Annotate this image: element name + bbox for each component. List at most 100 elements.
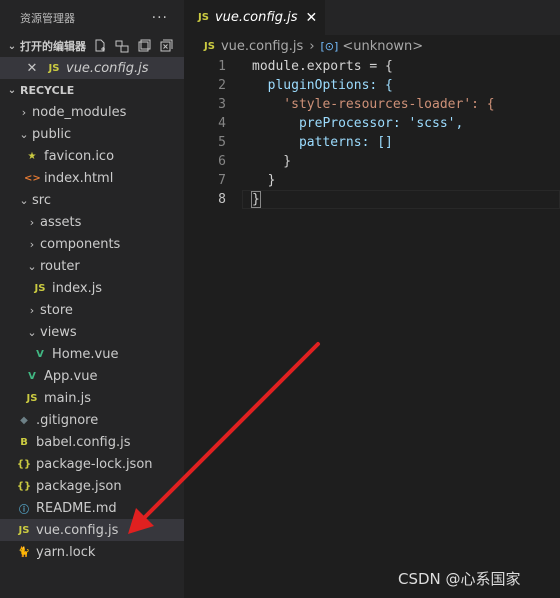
code-line: 1 module.exports = { [184, 57, 560, 76]
folder-item[interactable]: ⌄ public [0, 123, 184, 145]
line-number: 4 [218, 116, 226, 131]
tab-label: vue.config.js [214, 10, 298, 25]
folder-item[interactable]: › node_modules [0, 101, 184, 123]
json-file-icon: {} [16, 458, 32, 470]
folder-item[interactable]: › assets [0, 211, 184, 233]
folder-item[interactable]: › store [0, 299, 184, 321]
code-text: 'style-resources-loader': { [252, 97, 495, 112]
tree-item-label: favicon.ico [44, 148, 115, 164]
explorer-title: 资源管理器 [20, 11, 75, 25]
folder-item[interactable]: ⌄ src [0, 189, 184, 211]
code-line-current: 8 } [184, 190, 560, 209]
json-file-icon: {} [16, 480, 32, 492]
code-line: 5 patterns: [] [184, 133, 560, 152]
open-editors-actions [92, 38, 174, 54]
breadcrumb: JS vue.config.js › [⊙] <unknown> [184, 35, 560, 57]
code-line: 6 } [184, 152, 560, 171]
code-line: 2 pluginOptions: { [184, 76, 560, 95]
current-line-highlight [242, 190, 560, 209]
symbol-object-icon: [⊙] [320, 39, 339, 53]
code-text: module.exports = { [252, 59, 393, 74]
chevron-right-icon[interactable]: › [24, 238, 40, 251]
code-text: } [252, 154, 292, 169]
more-actions-icon[interactable]: ··· [152, 10, 168, 26]
tree-item-label: node_modules [32, 104, 127, 120]
tree-item-label: src [32, 192, 51, 208]
tree-item-label: main.js [44, 390, 91, 406]
vue-file-icon: V [28, 370, 36, 382]
tree-item-label: package-lock.json [36, 456, 153, 472]
js-file-icon: JS [26, 392, 38, 404]
code-line: 7 } [184, 171, 560, 190]
toggle-vertical-horizontal-icon[interactable] [114, 38, 130, 54]
babel-file-icon: B [20, 436, 28, 448]
chevron-down-icon[interactable]: ⌄ [24, 326, 40, 339]
tree-item-label: public [32, 126, 72, 142]
code-editor[interactable]: 1 module.exports = { 2 pluginOptions: { … [184, 57, 560, 209]
file-item[interactable]: ⓘ README.md [0, 497, 184, 519]
line-number: 2 [218, 78, 226, 93]
save-all-icon[interactable] [136, 38, 152, 54]
code-text: } [252, 173, 276, 188]
chevron-down-icon[interactable]: ⌄ [4, 85, 20, 96]
file-item[interactable]: JS main.js [0, 387, 184, 409]
folder-item[interactable]: › components [0, 233, 184, 255]
folder-item[interactable]: ⌄ views [0, 321, 184, 343]
file-item[interactable]: JS vue.config.js [0, 519, 184, 541]
explorer-header: 资源管理器 ··· [0, 0, 184, 35]
code-text: preProcessor: 'scss', [252, 116, 464, 131]
new-untitled-file-icon[interactable] [92, 38, 108, 54]
tree-item-label: index.html [44, 170, 114, 186]
project-section-header[interactable]: ⌄ RECYCLE [0, 79, 184, 101]
html-file-icon: <> [24, 172, 41, 184]
js-file-icon: JS [34, 282, 46, 294]
line-number: 5 [218, 135, 226, 150]
chevron-down-icon[interactable]: ⌄ [16, 128, 32, 141]
chevron-down-icon[interactable]: ⌄ [24, 260, 40, 273]
file-item[interactable]: {} package-lock.json [0, 453, 184, 475]
code-line: 4 preProcessor: 'scss', [184, 114, 560, 133]
open-editors-section-header[interactable]: ⌄ 打开的编辑器 [0, 35, 184, 57]
close-all-icon[interactable] [158, 38, 174, 54]
tree-item-label: yarn.lock [36, 544, 96, 560]
file-item[interactable]: Bbabel.config.js [0, 431, 184, 453]
yarn-file-icon: 🐈 [17, 546, 31, 558]
file-item[interactable]: V Home.vue [0, 343, 184, 365]
code-text: pluginOptions: { [252, 78, 393, 93]
file-item[interactable]: ◆ .gitignore [0, 409, 184, 431]
line-number: 7 [218, 173, 226, 188]
chevron-right-icon[interactable]: › [24, 216, 40, 229]
chevron-down-icon[interactable]: ⌄ [4, 41, 20, 52]
js-file-icon: JS [48, 62, 60, 74]
close-icon[interactable]: ✕ [306, 10, 318, 26]
folder-item[interactable]: ⌄ router [0, 255, 184, 277]
file-item[interactable]: ★ favicon.ico [0, 145, 184, 167]
file-tree: › node_modules ⌄ public ★ favicon.ico <> index.… [0, 101, 184, 563]
file-item[interactable]: JS index.js [0, 277, 184, 299]
js-file-icon: JS [204, 40, 215, 52]
chevron-right-icon[interactable]: › [24, 304, 40, 317]
breadcrumb-symbol[interactable]: <unknown> [342, 39, 423, 54]
js-file-icon: JS [18, 524, 30, 536]
explorer-sidebar: 资源管理器 ··· ⌄ 打开的编辑器 ✕ JS vue.config.js ⌄ … [0, 0, 184, 598]
breadcrumb-file[interactable]: vue.config.js [221, 39, 303, 54]
tree-item-label: .gitignore [36, 412, 99, 428]
open-editor-filename: vue.config.js [66, 60, 149, 76]
file-item[interactable]: V App.vue [0, 365, 184, 387]
tree-item-label: components [40, 236, 121, 252]
file-item[interactable]: <> index.html [0, 167, 184, 189]
info-file-icon: ⓘ [19, 504, 29, 516]
breadcrumb-separator: › [309, 38, 315, 54]
tab-vue-config[interactable]: JS vue.config.js ✕ [184, 0, 326, 35]
tree-item-label: views [40, 324, 77, 340]
chevron-right-icon[interactable]: › [16, 106, 32, 119]
chevron-down-icon[interactable]: ⌄ [16, 194, 32, 207]
file-item[interactable]: 🐈 yarn.lock [0, 541, 184, 563]
tree-item-label: README.md [36, 500, 117, 516]
file-item[interactable]: {} package.json [0, 475, 184, 497]
code-text: patterns: [] [252, 135, 393, 150]
open-editor-item[interactable]: ✕ JS vue.config.js [0, 57, 184, 79]
git-file-icon: ◆ [20, 414, 28, 426]
close-icon[interactable]: ✕ [24, 61, 40, 76]
tree-item-label: index.js [52, 280, 103, 296]
